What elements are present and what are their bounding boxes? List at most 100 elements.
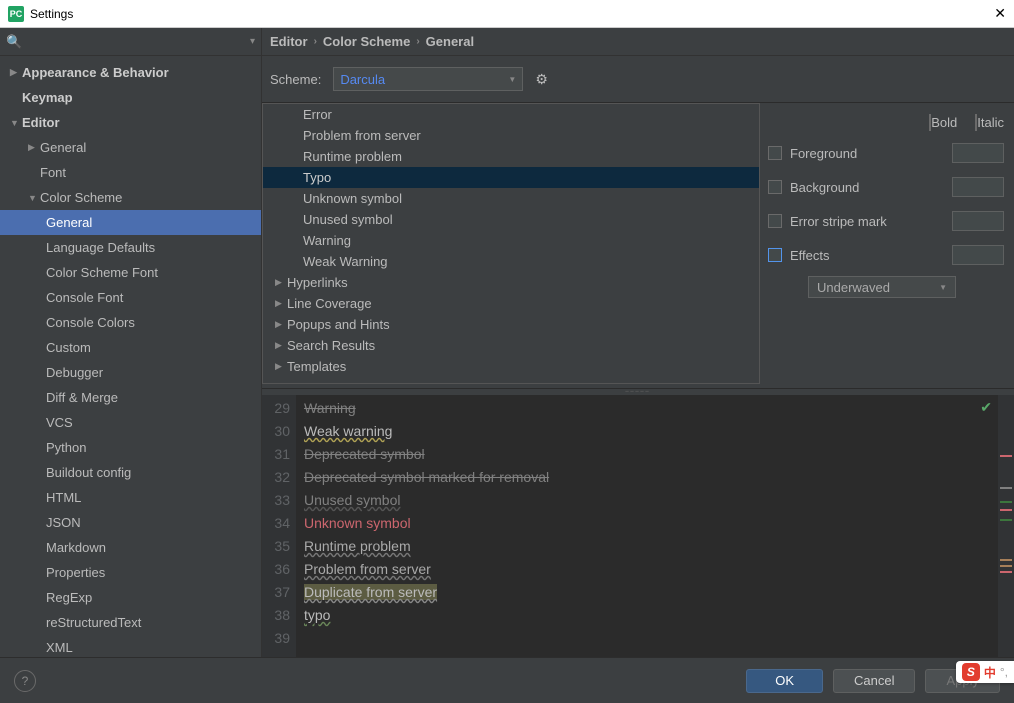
nav-item[interactable]: General [0, 210, 261, 235]
nav-item[interactable]: JSON [0, 510, 261, 535]
tree-item[interactable]: ▶Search Results [263, 335, 759, 356]
tree-item[interactable]: ▶Line Coverage [263, 293, 759, 314]
preview-line: Deprecated symbol marked for removal [304, 466, 998, 489]
nav-item[interactable]: ▶Appearance & Behavior [0, 60, 261, 85]
tree-item[interactable]: ▶Text [263, 377, 759, 384]
errorstripe-checkbox[interactable] [768, 214, 782, 228]
search-box[interactable]: 🔍 ▾ [0, 28, 261, 56]
dropdown-icon: ▼ [939, 283, 947, 292]
nav-item[interactable]: ▼Color Scheme [0, 185, 261, 210]
scheme-row: Scheme: Darcula ▼ ⚙ [262, 56, 1014, 102]
nav-item[interactable]: Font [0, 160, 261, 185]
nav-item[interactable]: reStructuredText [0, 610, 261, 635]
nav-item[interactable]: Python [0, 435, 261, 460]
ok-button[interactable]: OK [746, 669, 823, 693]
background-label: Background [790, 180, 859, 195]
attribute-tree[interactable]: ErrorProblem from serverRuntime problemT… [262, 103, 760, 384]
nav-item[interactable]: RegExp [0, 585, 261, 610]
background-checkbox[interactable] [768, 180, 782, 194]
stripe-mark[interactable] [1000, 455, 1012, 457]
close-icon[interactable]: ✕ [994, 5, 1006, 22]
foreground-checkbox[interactable] [768, 146, 782, 160]
stripe-mark[interactable] [1000, 571, 1012, 573]
effects-type-select[interactable]: Underwaved ▼ [808, 276, 956, 298]
nav-item[interactable]: HTML [0, 485, 261, 510]
background-swatch[interactable] [952, 177, 1004, 197]
nav-item[interactable]: Debugger [0, 360, 261, 385]
code-preview: ✔ WarningWeak warningDeprecated symbolDe… [296, 395, 998, 657]
nav-item[interactable]: VCS [0, 410, 261, 435]
italic-option[interactable]: Italic [975, 115, 1004, 130]
scheme-label: Scheme: [270, 72, 321, 87]
stripe-mark[interactable] [1000, 559, 1012, 561]
bold-option[interactable]: Bold [929, 115, 957, 130]
nav-item[interactable]: Console Colors [0, 310, 261, 335]
tree-item[interactable]: ▶Hyperlinks [263, 272, 759, 293]
tree-item[interactable]: Error [263, 104, 759, 125]
nav-item[interactable]: Diff & Merge [0, 385, 261, 410]
preview-line: Unknown symbol [304, 512, 998, 535]
preview-line [304, 627, 998, 650]
breadcrumb: Editor › Color Scheme › General [262, 28, 1014, 56]
stripe-mark[interactable] [1000, 487, 1012, 489]
effects-label: Effects [790, 248, 830, 263]
nav-item[interactable]: Color Scheme Font [0, 260, 261, 285]
stripe-mark[interactable] [1000, 565, 1012, 567]
nav-item[interactable]: Keymap [0, 85, 261, 110]
stripe-mark[interactable] [1000, 509, 1012, 511]
tree-item[interactable]: Warning [263, 230, 759, 251]
nav-item[interactable]: Console Font [0, 285, 261, 310]
breadcrumb-general: General [426, 34, 474, 49]
nav-item[interactable]: Properties [0, 560, 261, 585]
inner-body: ErrorProblem from serverRuntime problemT… [262, 102, 1014, 657]
ime-lang: 中 [984, 664, 996, 681]
dropdown-icon: ▼ [508, 75, 516, 84]
stripe-mark[interactable] [1000, 501, 1012, 503]
search-input[interactable] [26, 34, 250, 49]
tree-item[interactable]: Unused symbol [263, 209, 759, 230]
titlebar: PC Settings ✕ [0, 0, 1014, 28]
nav-item[interactable]: Language Defaults [0, 235, 261, 260]
nav-item[interactable]: ▼Editor [0, 110, 261, 135]
breadcrumb-colorscheme[interactable]: Color Scheme [323, 34, 410, 49]
nav-item[interactable]: Markdown [0, 535, 261, 560]
gear-icon[interactable]: ⚙ [535, 71, 548, 88]
effects-row: Effects [768, 238, 1004, 272]
settings-nav-tree[interactable]: ▶Appearance & BehaviorKeymap▼Editor▶Gene… [0, 56, 261, 657]
nav-item[interactable]: Buildout config [0, 460, 261, 485]
error-stripe[interactable] [998, 395, 1014, 657]
nav-item[interactable]: ▶General [0, 135, 261, 160]
ime-indicator[interactable]: S 中 °, [956, 661, 1014, 683]
bottom-bar: ? OK Cancel Apply [0, 657, 1014, 703]
tree-item[interactable]: Typo [263, 167, 759, 188]
chevron-down-icon[interactable]: ▾ [250, 36, 255, 47]
search-icon: 🔍 [6, 34, 22, 50]
effects-type-value: Underwaved [817, 280, 890, 295]
upper-split: ErrorProblem from serverRuntime problemT… [262, 103, 1014, 389]
tree-item[interactable]: Problem from server [263, 125, 759, 146]
scheme-select[interactable]: Darcula ▼ [333, 67, 523, 91]
help-button[interactable]: ? [14, 670, 36, 692]
tree-item[interactable]: Unknown symbol [263, 188, 759, 209]
tree-item[interactable]: ▶Templates [263, 356, 759, 377]
tree-item[interactable]: ▶Popups and Hints [263, 314, 759, 335]
errorstripe-label: Error stripe mark [790, 214, 887, 229]
errorstripe-swatch[interactable] [952, 211, 1004, 231]
cancel-button[interactable]: Cancel [833, 669, 915, 693]
foreground-swatch[interactable] [952, 143, 1004, 163]
sogou-icon: S [962, 663, 980, 681]
tree-item[interactable]: Weak Warning [263, 251, 759, 272]
preview-line: Duplicate from server [304, 581, 998, 604]
preview-line: Unused symbol [304, 489, 998, 512]
effects-checkbox[interactable] [768, 248, 782, 262]
nav-item[interactable]: Custom [0, 335, 261, 360]
breadcrumb-editor[interactable]: Editor [270, 34, 308, 49]
attribute-properties: Bold Italic Foreground Background [764, 103, 1014, 388]
stripe-mark[interactable] [1000, 519, 1012, 521]
foreground-row: Foreground [768, 136, 1004, 170]
preview-line: Problem from server [304, 558, 998, 581]
effects-swatch[interactable] [952, 245, 1004, 265]
nav-item[interactable]: XML [0, 635, 261, 657]
inspection-ok-icon[interactable]: ✔ [980, 399, 992, 416]
tree-item[interactable]: Runtime problem [263, 146, 759, 167]
